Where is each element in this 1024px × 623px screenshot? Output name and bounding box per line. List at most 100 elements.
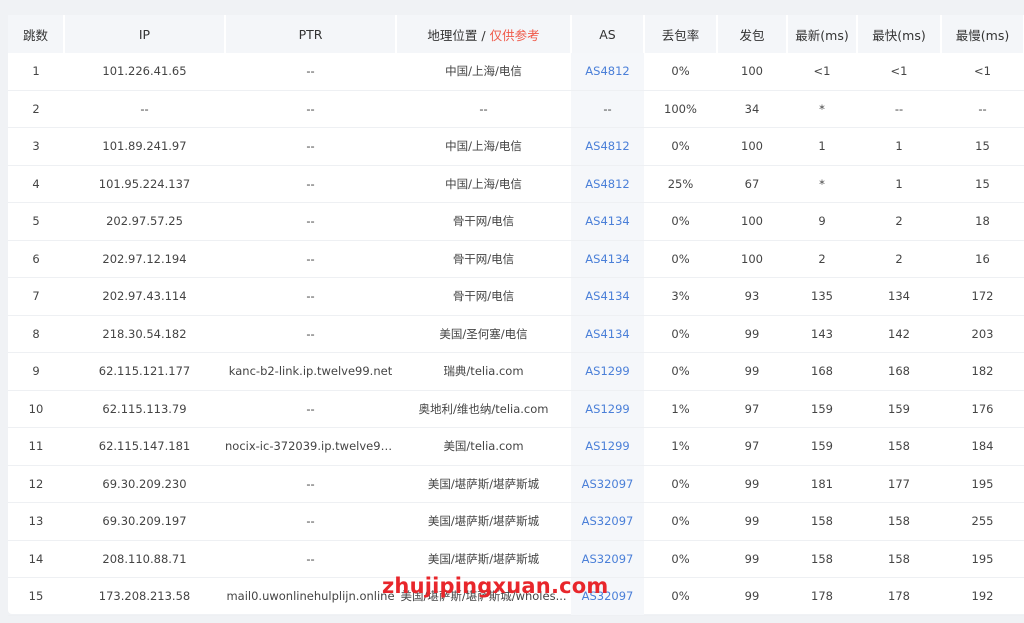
cell-worst: 176: [941, 390, 1024, 428]
as-link[interactable]: AS32097: [582, 552, 634, 566]
as-link[interactable]: AS4812: [585, 139, 629, 153]
cell-loss: 0%: [644, 202, 717, 241]
cell-hop: 3: [8, 127, 64, 166]
cell-as: AS4134: [571, 240, 644, 278]
cell-hop: 15: [8, 577, 64, 616]
as-link[interactable]: AS32097: [582, 477, 634, 491]
as-link[interactable]: AS4134: [585, 327, 629, 341]
as-link[interactable]: AS1299: [585, 364, 629, 378]
cell-sent: 97: [717, 427, 787, 466]
cell-worst: --: [941, 90, 1024, 128]
cell-last: 159: [787, 427, 857, 466]
cell-last: 2: [787, 240, 857, 278]
cell-as: AS1299: [571, 352, 644, 391]
table-row: 1 101.226.41.65 -- 中国/上海/电信 AS4812 0% 100 <1 <1 <…: [8, 53, 1024, 91]
col-geo-note: 仅供参考: [489, 27, 540, 43]
cell-best: 168: [857, 352, 941, 391]
cell-ip: 208.110.88.71: [64, 540, 225, 578]
col-geo-label: 地理位置: [427, 27, 478, 43]
cell-last: *: [787, 90, 857, 128]
cell-sent: 100: [717, 202, 787, 241]
cell-geo: 骨干网/电信: [396, 277, 571, 316]
cell-ptr: --: [225, 277, 396, 316]
cell-geo: 美国/堪萨斯/堪萨斯城: [396, 540, 571, 578]
cell-worst: <1: [941, 53, 1024, 91]
cell-ip: 101.89.241.97: [64, 127, 225, 166]
cell-worst: 255: [941, 502, 1024, 541]
cell-ip: 62.115.121.177: [64, 352, 225, 391]
cell-as: AS4134: [571, 315, 644, 353]
cell-hop: 8: [8, 315, 64, 353]
as-link[interactable]: AS4134: [585, 289, 629, 303]
cell-geo: 美国/telia.com: [396, 427, 571, 466]
cell-ip: 202.97.12.194: [64, 240, 225, 278]
cell-last: 143: [787, 315, 857, 353]
cell-as: --: [571, 90, 644, 128]
cell-geo: 骨干网/电信: [396, 202, 571, 241]
cell-worst: 195: [941, 465, 1024, 503]
cell-worst: 172: [941, 277, 1024, 316]
col-worst: 最慢(ms): [941, 15, 1024, 53]
cell-last: *: [787, 165, 857, 203]
cell-hop: 13: [8, 502, 64, 541]
cell-as: AS32097: [571, 540, 644, 578]
cell-last: 181: [787, 465, 857, 503]
as-link[interactable]: AS32097: [582, 514, 634, 528]
cell-loss: 0%: [644, 502, 717, 541]
cell-ptr: mail0.uwonlinehulplijn.online: [225, 577, 396, 616]
cell-ip: 202.97.43.114: [64, 277, 225, 316]
cell-geo: 瑞典/telia.com: [396, 352, 571, 391]
cell-last: 158: [787, 540, 857, 578]
cell-hop: 5: [8, 202, 64, 241]
cell-geo: 中国/上海/电信: [396, 53, 571, 91]
col-geo: 地理位置 / 仅供参考: [396, 15, 572, 53]
cell-loss: 0%: [644, 127, 717, 166]
cell-worst: 184: [941, 427, 1024, 466]
cell-last: <1: [787, 53, 857, 91]
cell-geo: 骨干网/电信: [396, 240, 571, 278]
as-link[interactable]: AS4812: [585, 64, 629, 78]
cell-worst: 15: [941, 127, 1024, 166]
cell-loss: 3%: [644, 277, 717, 316]
col-last: 最新(ms): [787, 15, 858, 53]
cell-hop: 4: [8, 165, 64, 203]
cell-geo: 中国/上海/电信: [396, 165, 571, 203]
cell-sent: 99: [717, 540, 787, 578]
col-best: 最快(ms): [857, 15, 942, 53]
cell-ptr: kanc-b2-link.ip.twelve99.net: [225, 352, 396, 391]
as-link[interactable]: AS1299: [585, 402, 629, 416]
table-row: 10 62.115.113.79 -- 奥地利/维也纳/telia.com AS1299…: [8, 390, 1024, 428]
cell-best: 177: [857, 465, 941, 503]
cell-geo: 美国/堪萨斯/堪萨斯城: [396, 465, 571, 503]
cell-best: 134: [857, 277, 941, 316]
cell-ip: 62.115.113.79: [64, 390, 225, 428]
cell-best: 158: [857, 540, 941, 578]
cell-loss: 1%: [644, 427, 717, 466]
table-row: 7 202.97.43.114 -- 骨干网/电信 AS4134 3% 93 135 134 17…: [8, 277, 1024, 316]
cell-hop: 12: [8, 465, 64, 503]
table-header-row: 跳数 IP PTR 地理位置 / 仅供参考 AS 丢包率 发包 最新(ms) 最…: [8, 15, 1024, 53]
cell-hop: 14: [8, 540, 64, 578]
table-row: 5 202.97.57.25 -- 骨干网/电信 AS4134 0% 100 9 2 18: [8, 202, 1024, 241]
table-row: 8 218.30.54.182 -- 美国/圣何塞/电信 AS4134 0% 99 143 14…: [8, 315, 1024, 353]
col-ip: IP: [64, 15, 226, 53]
col-loss: 丢包率: [644, 15, 718, 53]
cell-ptr: --: [225, 127, 396, 166]
as-link[interactable]: AS4134: [585, 214, 629, 228]
cell-last: 1: [787, 127, 857, 166]
cell-sent: 34: [717, 90, 787, 128]
as-link[interactable]: AS1299: [585, 439, 629, 453]
cell-as: AS4134: [571, 202, 644, 241]
col-sent: 发包: [717, 15, 788, 53]
cell-ptr: --: [225, 390, 396, 428]
cell-hop: 7: [8, 277, 64, 316]
traceroute-table: 跳数 IP PTR 地理位置 / 仅供参考 AS 丢包率 发包 最新(ms) 最…: [8, 15, 1024, 616]
as-link[interactable]: AS4812: [585, 177, 629, 191]
cell-sent: 93: [717, 277, 787, 316]
table-row: 14 208.110.88.71 -- 美国/堪萨斯/堪萨斯城 AS32097 0% 99 1…: [8, 540, 1024, 578]
as-link[interactable]: AS4134: [585, 252, 629, 266]
cell-as: AS4134: [571, 277, 644, 316]
cell-best: 178: [857, 577, 941, 616]
cell-worst: 15: [941, 165, 1024, 203]
cell-geo: --: [396, 90, 571, 128]
